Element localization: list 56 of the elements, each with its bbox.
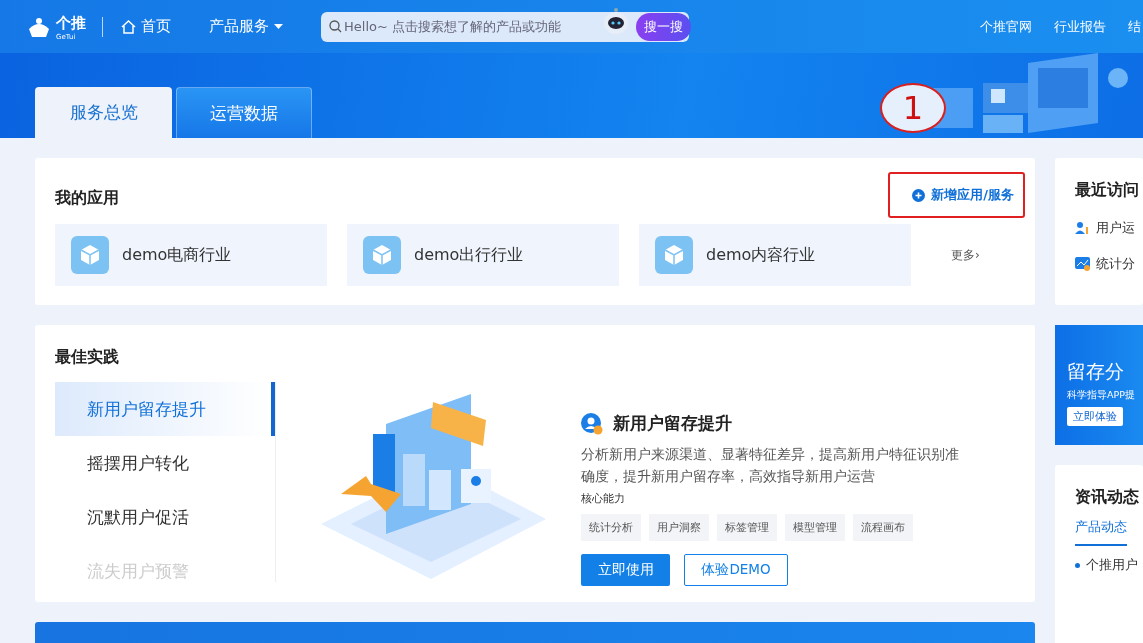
app-item[interactable]: demo内容行业 (639, 224, 911, 286)
nav-link[interactable]: 首页 (121, 17, 171, 36)
annotation-number: 1 (902, 89, 924, 127)
app-item[interactable]: demo出行行业 (347, 224, 619, 286)
cube-icon (363, 236, 401, 274)
card-title: 我的应用 (55, 187, 119, 209)
capability-tag: 流程画布 (853, 514, 913, 541)
user-icon (581, 412, 603, 435)
card-title: 最近访问 (1075, 180, 1140, 201)
capability-label: 核心能力 (581, 491, 626, 506)
cube-icon (71, 236, 109, 274)
card-title: 最佳实践 (55, 347, 119, 366)
search-button[interactable]: 搜一搜 (636, 12, 691, 41)
practice-item[interactable]: 摇摆用户转化 (55, 436, 275, 490)
recent-item[interactable]: 用户运 (1075, 219, 1143, 237)
caret-icon (274, 24, 283, 29)
practice-item[interactable]: 新用户留存提升 (55, 382, 275, 436)
capability-tag: 统计分析 (581, 514, 641, 541)
capability-tag: 用户洞察 (649, 514, 709, 541)
app-name: demo内容行业 (706, 244, 816, 266)
app-name: demo电商行业 (122, 244, 232, 266)
more-link[interactable]: 更多› (951, 246, 980, 264)
tab[interactable]: 运营数据 (176, 87, 312, 138)
search-icon (329, 20, 342, 33)
plus-circle-icon (912, 188, 926, 202)
use-now-button[interactable]: 立即使用 (581, 554, 670, 586)
practice-description: 分析新用户来源渠道、显著特征差异，提高新用户特征识别准确度，提升新用户留存率，高效指导新用户运营 (581, 445, 960, 486)
search-field[interactable]: Hello~ 点击搜索想了解的产品或功能 搜一搜 (321, 11, 689, 42)
header-link[interactable]: 个推官网 (980, 17, 1032, 36)
app-item[interactable]: demo电商行业 (55, 224, 327, 286)
header-link[interactable]: 结 (1128, 17, 1141, 36)
tab[interactable]: 服务总览 (35, 87, 172, 138)
demo-button[interactable]: 体验DEMO (684, 554, 788, 586)
home-icon (121, 19, 136, 34)
cube-icon (655, 236, 693, 274)
capability-tag: 模型管理 (785, 514, 845, 541)
app-name: demo出行行业 (414, 244, 524, 266)
card-title: 资讯动态 (1075, 487, 1139, 506)
logo-name: 个推 (56, 13, 86, 32)
practice-item[interactable]: 沉默用户促活 (55, 490, 275, 544)
capability-tag: 标签管理 (717, 514, 777, 541)
try-now-button[interactable]: 立即体验 (1067, 407, 1123, 426)
promo-subtitle: 科学指导APP提 (1067, 389, 1136, 402)
robot-icon (601, 5, 631, 36)
header-link[interactable]: 行业报告 (1054, 17, 1106, 36)
nav-link[interactable]: 产品服务 (209, 17, 283, 36)
users-icon (1075, 221, 1090, 235)
bullet-icon (1075, 562, 1080, 568)
news-item[interactable]: 个推用户 (1075, 556, 1143, 574)
add-app-button[interactable]: 新增应用/服务 (888, 172, 1025, 218)
news-tab[interactable]: 产品动态 (1075, 508, 1127, 546)
chart-icon (1075, 257, 1090, 271)
news-title: 个推用户 (1086, 556, 1138, 574)
recent-item[interactable]: 统计分 (1075, 255, 1143, 273)
promo-title: 留存分 (1067, 359, 1125, 384)
practice-title: 新用户留存提升 (613, 412, 732, 435)
